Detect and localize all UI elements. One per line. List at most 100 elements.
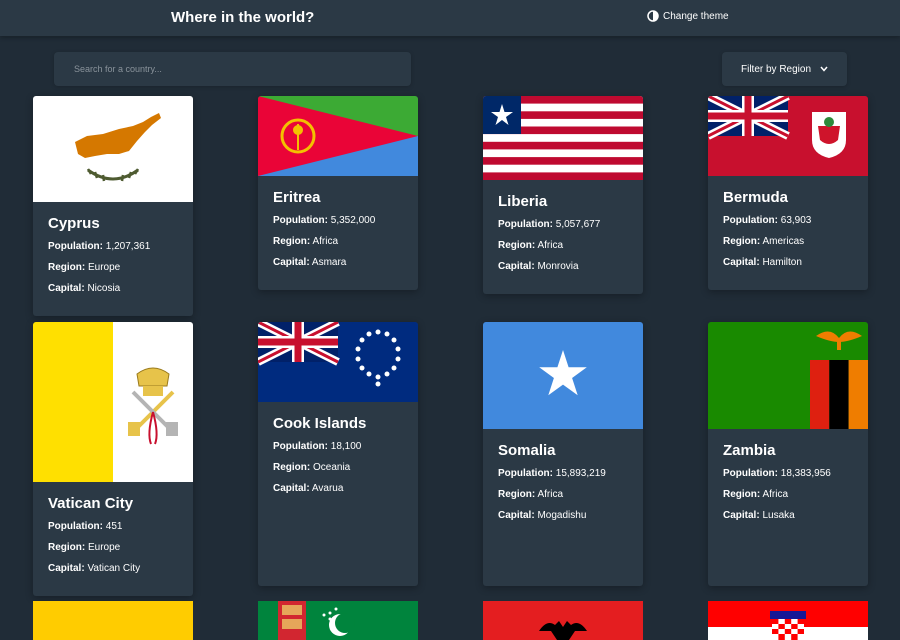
- population-row: Population: 18,100: [273, 440, 403, 454]
- population-value: 18,100: [330, 441, 362, 452]
- population-value: 1,207,361: [105, 241, 151, 252]
- population-value: 18,383,956: [780, 468, 831, 479]
- region-value: Africa: [537, 240, 564, 251]
- population-row: Population: 63,903: [723, 214, 853, 228]
- flag-eritrea: [258, 96, 418, 176]
- flag-partial-turkmenistan: [258, 601, 418, 640]
- capital-row: Capital: Hamilton: [723, 256, 853, 270]
- region-label: Region:: [723, 236, 761, 247]
- population-row: Population: 5,352,000: [273, 214, 403, 228]
- country-name: Vatican City: [48, 495, 134, 512]
- flag-vatican-city: [33, 322, 193, 482]
- half-moon-icon: [647, 10, 659, 22]
- region-row: Region: Europe: [48, 261, 178, 275]
- population-label: Population:: [723, 215, 778, 226]
- population-value: 5,057,677: [555, 219, 601, 230]
- card-body: Eritrea Population: 5,352,000 Region: Af…: [258, 176, 418, 290]
- country-card-partial[interactable]: [708, 601, 868, 640]
- region-value: Africa: [312, 236, 339, 247]
- region-row: Region: Africa: [498, 239, 628, 253]
- capital-value: Lusaka: [762, 510, 795, 521]
- region-value: Americas: [762, 236, 805, 247]
- population-row: Population: 15,893,219: [498, 467, 628, 481]
- country-card-liberia[interactable]: Liberia Population: 5,057,677 Region: Af…: [483, 96, 643, 294]
- population-value: 15,893,219: [555, 468, 606, 479]
- flag-cyprus: [33, 96, 193, 202]
- app-title: Where in the world?: [171, 9, 315, 26]
- population-label: Population:: [48, 241, 103, 252]
- flag-partial-croatia: [708, 601, 868, 640]
- flag-bermuda: [708, 96, 868, 176]
- country-card-zambia[interactable]: Zambia Population: 18,383,956 Region: Af…: [708, 322, 868, 586]
- capital-row: Capital: Asmara: [273, 256, 403, 270]
- population-row: Population: 18,383,956: [723, 467, 853, 481]
- capital-row: Capital: Monrovia: [498, 260, 628, 274]
- country-name: Eritrea: [273, 189, 321, 206]
- flag-partial-albania: [483, 601, 643, 640]
- capital-label: Capital:: [723, 510, 760, 521]
- region-value: Africa: [537, 489, 564, 500]
- filter-label: Filter by Region: [740, 63, 812, 75]
- change-theme-button[interactable]: Change theme: [647, 10, 729, 22]
- population-label: Population:: [273, 215, 328, 226]
- population-value: 451: [105, 521, 123, 532]
- capital-value: Nicosia: [87, 283, 121, 294]
- country-name: Cook Islands: [273, 415, 367, 432]
- capital-label: Capital:: [723, 257, 760, 268]
- capital-row: Capital: Avarua: [273, 482, 403, 496]
- capital-label: Capital:: [273, 257, 310, 268]
- region-label: Region:: [48, 262, 86, 273]
- population-label: Population:: [48, 521, 103, 532]
- card-body: Zambia Population: 18,383,956 Region: Af…: [708, 429, 868, 543]
- country-card-cook-islands[interactable]: Cook Islands Population: 18,100 Region: …: [258, 322, 418, 586]
- capital-value: Vatican City: [87, 563, 141, 574]
- region-row: Region: Europe: [48, 541, 178, 555]
- region-row: Region: Africa: [723, 488, 853, 502]
- country-card-partial[interactable]: [483, 601, 643, 640]
- region-label: Region:: [273, 462, 311, 473]
- card-body: Vatican City Population: 451 Region: Eur…: [33, 482, 193, 596]
- population-label: Population:: [498, 219, 553, 230]
- region-label: Region:: [498, 489, 536, 500]
- region-value: Europe: [88, 542, 121, 553]
- capital-value: Monrovia: [537, 261, 579, 272]
- population-value: 5,352,000: [330, 215, 376, 226]
- change-theme-label: Change theme: [663, 10, 729, 22]
- population-row: Population: 451: [48, 520, 178, 534]
- country-name: Somalia: [498, 442, 556, 459]
- capital-row: Capital: Lusaka: [723, 509, 853, 523]
- search-input[interactable]: [54, 52, 411, 86]
- region-row: Region: Africa: [273, 235, 403, 249]
- country-name: Cyprus: [48, 215, 100, 232]
- country-name: Zambia: [723, 442, 776, 459]
- capital-label: Capital:: [273, 483, 310, 494]
- flag-somalia: [483, 322, 643, 429]
- region-label: Region:: [498, 240, 536, 251]
- region-filter-select[interactable]: Filter by Region: [722, 52, 847, 86]
- country-name: Liberia: [498, 193, 548, 210]
- region-row: Region: Americas: [723, 235, 853, 249]
- region-value: Oceania: [313, 462, 351, 473]
- capital-value: Mogadishu: [537, 510, 587, 521]
- population-label: Population:: [723, 468, 778, 479]
- country-card-eritrea[interactable]: Eritrea Population: 5,352,000 Region: Af…: [258, 96, 418, 290]
- capital-row: Capital: Nicosia: [48, 282, 178, 296]
- card-body: Somalia Population: 15,893,219 Region: A…: [483, 429, 643, 543]
- country-card-partial[interactable]: [258, 601, 418, 640]
- card-body: Liberia Population: 5,057,677 Region: Af…: [483, 180, 643, 294]
- country-card-cyprus[interactable]: Cyprus Population: 1,207,361 Region: Eur…: [33, 96, 193, 316]
- region-row: Region: Oceania: [273, 461, 403, 475]
- capital-value: Asmara: [311, 257, 347, 268]
- country-name: Bermuda: [723, 189, 789, 206]
- flag-cook-islands: [258, 322, 418, 402]
- country-card-somalia[interactable]: Somalia Population: 15,893,219 Region: A…: [483, 322, 643, 586]
- search-box: [54, 52, 411, 86]
- card-body: Bermuda Population: 63,903 Region: Ameri…: [708, 176, 868, 290]
- country-card-vatican-city[interactable]: Vatican City Population: 451 Region: Eur…: [33, 322, 193, 596]
- capital-label: Capital:: [48, 563, 85, 574]
- population-row: Population: 1,207,361: [48, 240, 178, 254]
- population-row: Population: 5,057,677: [498, 218, 628, 232]
- region-value: Europe: [88, 262, 121, 273]
- country-card-partial[interactable]: [33, 601, 193, 640]
- country-card-bermuda[interactable]: Bermuda Population: 63,903 Region: Ameri…: [708, 96, 868, 290]
